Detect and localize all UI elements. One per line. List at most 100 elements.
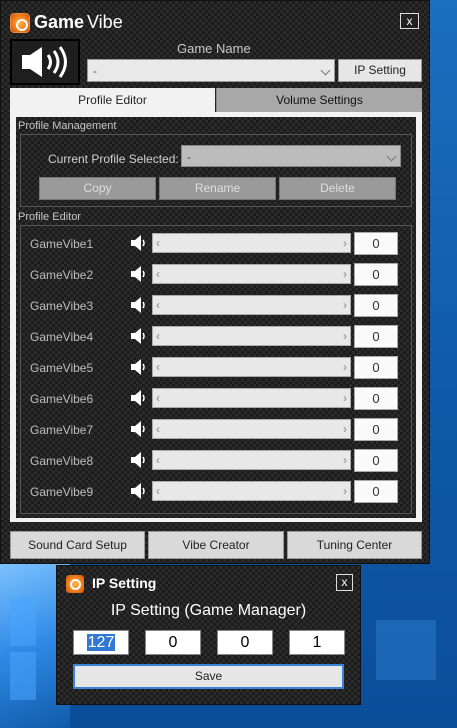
ip-dialog-close-button[interactable]: x: [336, 574, 353, 591]
title-bar[interactable]: Game Vibe x: [1, 1, 429, 37]
vibe-label: GameVibe9: [30, 485, 94, 499]
vibe-row: GameVibe1 ‹ › 0: [16, 228, 416, 259]
desktop-pane: [10, 598, 36, 646]
chevron-left-icon[interactable]: ‹: [156, 391, 160, 405]
vibe-value-field[interactable]: 0: [354, 480, 398, 503]
vibe-label: GameVibe6: [30, 392, 94, 406]
ip-octet-1-value: 127: [86, 634, 116, 651]
vibe-row: GameVibe3 ‹ › 0: [16, 290, 416, 321]
rename-button[interactable]: Rename: [159, 177, 276, 200]
speaker-icon[interactable]: [129, 296, 153, 314]
ip-octet-2-input[interactable]: 0: [145, 630, 201, 655]
chevron-down-icon: [386, 151, 397, 162]
vibe-row: GameVibe7 ‹ › 0: [16, 414, 416, 445]
speaker-icon[interactable]: [129, 420, 153, 438]
vibe-value-field[interactable]: 0: [354, 449, 398, 472]
ip-octet-3-input[interactable]: 0: [217, 630, 273, 655]
vibe-label: GameVibe1: [30, 237, 94, 251]
chevron-right-icon[interactable]: ›: [343, 360, 347, 374]
speaker-icon[interactable]: [129, 358, 153, 376]
game-name-label: Game Name: [177, 41, 251, 56]
vibe-value-field[interactable]: 0: [354, 325, 398, 348]
vibe-volume-slider[interactable]: ‹ ›: [152, 233, 351, 253]
close-button[interactable]: x: [400, 13, 419, 29]
ip-setting-button[interactable]: IP Setting: [338, 59, 422, 82]
chevron-left-icon[interactable]: ‹: [156, 422, 160, 436]
chevron-right-icon[interactable]: ›: [343, 298, 347, 312]
profile-management-label: Profile Management: [18, 120, 117, 132]
chevron-left-icon[interactable]: ‹: [156, 360, 160, 374]
ip-octet-1-input[interactable]: 127: [73, 630, 129, 655]
current-profile-value: -: [187, 150, 191, 164]
app-title-light: Vibe: [87, 12, 123, 32]
desktop-pane: [376, 620, 436, 680]
speaker-icon[interactable]: [129, 451, 153, 469]
vibe-label: GameVibe5: [30, 361, 94, 375]
vibe-row: GameVibe4 ‹ › 0: [16, 321, 416, 352]
tuning-center-button[interactable]: Tuning Center: [287, 531, 422, 559]
tab-volume-settings[interactable]: Volume Settings: [216, 88, 422, 112]
ip-setting-dialog: IP Setting x IP Setting (Game Manager) 1…: [56, 565, 361, 705]
speaker-icon[interactable]: [129, 265, 153, 283]
vibe-label: GameVibe4: [30, 330, 94, 344]
copy-button[interactable]: Copy: [39, 177, 156, 200]
profile-editor-panel: Profile Management Current Profile Selec…: [10, 112, 422, 522]
vibe-volume-slider[interactable]: ‹ ›: [152, 264, 351, 284]
chevron-right-icon[interactable]: ›: [343, 453, 347, 467]
chevron-left-icon[interactable]: ‹: [156, 329, 160, 343]
speaker-volume-icon[interactable]: [10, 39, 80, 85]
chevron-right-icon[interactable]: ›: [343, 391, 347, 405]
vibe-value-field[interactable]: 0: [354, 232, 398, 255]
vibe-label: GameVibe7: [30, 423, 94, 437]
chevron-right-icon[interactable]: ›: [343, 329, 347, 343]
vibe-volume-slider[interactable]: ‹ ›: [152, 357, 351, 377]
profile-editor-label: Profile Editor: [18, 211, 81, 223]
vibe-label: GameVibe2: [30, 268, 94, 282]
vibe-volume-slider[interactable]: ‹ ›: [152, 481, 351, 501]
game-name-value: -: [93, 64, 97, 78]
ip-octet-4-input[interactable]: 1: [289, 630, 345, 655]
chevron-right-icon[interactable]: ›: [343, 484, 347, 498]
vibe-value-field[interactable]: 0: [354, 263, 398, 286]
chevron-right-icon[interactable]: ›: [343, 267, 347, 281]
vibe-value-field[interactable]: 0: [354, 387, 398, 410]
vibe-row: GameVibe2 ‹ › 0: [16, 259, 416, 290]
vibe-volume-slider[interactable]: ‹ ›: [152, 295, 351, 315]
sound-card-setup-button[interactable]: Sound Card Setup: [10, 531, 145, 559]
vibe-volume-slider[interactable]: ‹ ›: [152, 450, 351, 470]
chevron-left-icon[interactable]: ‹: [156, 453, 160, 467]
game-vibe-logo-icon: [66, 575, 84, 593]
vibe-creator-button[interactable]: Vibe Creator: [148, 531, 284, 559]
chevron-down-icon: [320, 65, 331, 76]
current-profile-select[interactable]: -: [181, 145, 401, 167]
vibe-volume-slider[interactable]: ‹ ›: [152, 388, 351, 408]
app-title-bold: Game: [34, 12, 85, 32]
vibe-volume-slider[interactable]: ‹ ›: [152, 326, 351, 346]
vibe-value-field[interactable]: 0: [354, 294, 398, 317]
ip-dialog-heading: IP Setting (Game Manager): [110, 602, 307, 619]
chevron-left-icon[interactable]: ‹: [156, 236, 160, 250]
current-profile-label: Current Profile Selected:: [48, 152, 179, 166]
chevron-right-icon[interactable]: ›: [343, 422, 347, 436]
speaker-icon[interactable]: [129, 482, 153, 500]
game-name-select[interactable]: -: [87, 59, 335, 82]
vibe-label: GameVibe8: [30, 454, 94, 468]
save-button[interactable]: Save: [73, 664, 344, 689]
vibe-value-field[interactable]: 0: [354, 356, 398, 379]
vibe-volume-slider[interactable]: ‹ ›: [152, 419, 351, 439]
chevron-left-icon[interactable]: ‹: [156, 484, 160, 498]
chevron-left-icon[interactable]: ‹: [156, 298, 160, 312]
game-vibe-logo-icon: [10, 13, 30, 33]
vibe-value-field[interactable]: 0: [354, 418, 398, 441]
speaker-icon[interactable]: [129, 234, 153, 252]
vibe-row: GameVibe8 ‹ › 0: [16, 445, 416, 476]
vibe-row: GameVibe9 ‹ › 0: [16, 476, 416, 507]
chevron-right-icon[interactable]: ›: [343, 236, 347, 250]
speaker-icon[interactable]: [129, 389, 153, 407]
ip-dialog-title: IP Setting: [92, 575, 157, 591]
tab-profile-editor[interactable]: Profile Editor: [10, 88, 215, 112]
delete-button[interactable]: Delete: [279, 177, 396, 200]
chevron-left-icon[interactable]: ‹: [156, 267, 160, 281]
panel-inner: Profile Management Current Profile Selec…: [16, 117, 416, 518]
speaker-icon[interactable]: [129, 327, 153, 345]
